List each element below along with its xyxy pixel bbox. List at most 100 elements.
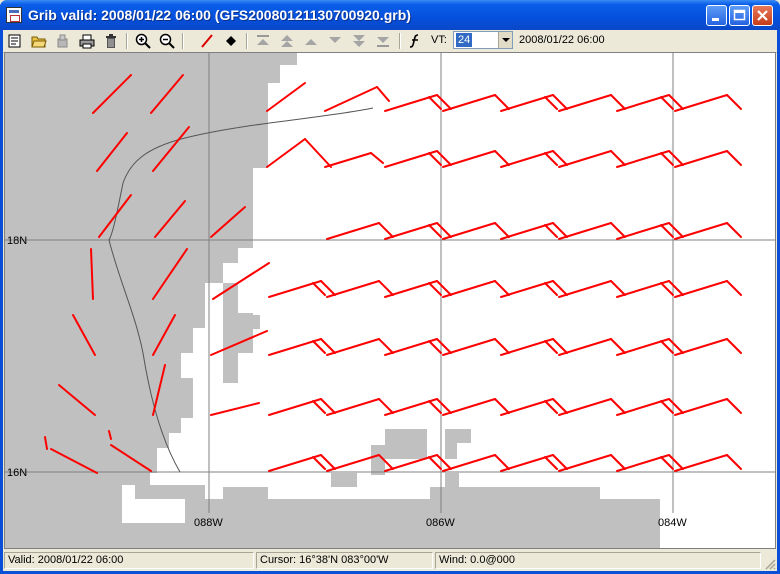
wind-barb-segment xyxy=(726,338,742,354)
wind-barb-segment xyxy=(312,340,326,354)
map-canvas[interactable]: 18N 16N 088W 086W 084W xyxy=(5,53,775,548)
lat-label-16n: 16N xyxy=(7,467,27,479)
toolbar-separator xyxy=(246,33,248,49)
properties-button[interactable] xyxy=(5,32,25,50)
status-valid: Valid: 2008/01/22 06:00 xyxy=(4,552,254,569)
wind-barb-segment xyxy=(726,222,742,238)
wind-barb-segment xyxy=(428,456,442,470)
wind-barb-segment xyxy=(674,280,728,298)
wind-barb-segment xyxy=(660,224,674,238)
wind-barb-segment xyxy=(326,398,380,416)
wind-barb-segment xyxy=(660,400,674,414)
wind-barb-segment xyxy=(544,152,558,166)
wind-barb-segment xyxy=(494,222,510,238)
wind-barb-segment xyxy=(610,454,626,470)
double-down-icon xyxy=(353,35,365,47)
wind-barb-segment xyxy=(544,96,558,110)
wind-barb-segment xyxy=(544,282,558,296)
grib-viewer-window: Grib valid: 2008/01/22 06:00 (GFS2008012… xyxy=(0,0,780,574)
wind-barb-segment xyxy=(304,138,332,168)
function-button[interactable] xyxy=(405,32,425,50)
wind-barb-segment xyxy=(428,340,442,354)
wind-barb-segment xyxy=(442,338,496,356)
wind-barb-segment xyxy=(210,402,260,416)
zoom-out-button[interactable] xyxy=(157,32,177,50)
open-file-button[interactable] xyxy=(29,32,49,50)
wind-barb-segment xyxy=(428,224,442,238)
wind-barb-segment xyxy=(326,280,380,298)
wind-barb-segment xyxy=(726,454,742,470)
window-title: Grib valid: 2008/01/22 06:00 (GFS2008012… xyxy=(28,7,411,23)
wind-barb-segment xyxy=(610,222,626,238)
last-icon xyxy=(377,37,389,47)
save-button[interactable] xyxy=(53,32,73,50)
wind-barb-segment xyxy=(544,400,558,414)
wind-barb-toggle[interactable] xyxy=(197,32,217,50)
fast-forward-button[interactable] xyxy=(349,32,369,50)
diamond-icon xyxy=(226,36,236,46)
print-button[interactable] xyxy=(77,32,97,50)
fast-back-button[interactable] xyxy=(277,32,297,50)
open-folder-icon xyxy=(31,36,47,48)
up-icon xyxy=(305,39,317,45)
vt-dropdown[interactable]: 24 xyxy=(453,31,513,49)
wind-barb-segment xyxy=(660,152,674,166)
chevron-down-icon[interactable] xyxy=(498,32,512,48)
wind-barb-segment xyxy=(442,280,496,298)
minimize-button[interactable] xyxy=(706,5,727,26)
wind-barb-segment xyxy=(266,138,306,168)
wind-barb-segment xyxy=(442,94,496,112)
wind-barb-segment xyxy=(660,456,674,470)
zoom-in-button[interactable] xyxy=(133,32,153,50)
app-icon[interactable] xyxy=(6,7,22,23)
status-cursor: Cursor: 16°38'N 083°00'W xyxy=(256,552,433,569)
first-time-button[interactable] xyxy=(253,32,273,50)
wind-barb-segment xyxy=(370,152,384,164)
title-bar[interactable]: Grib valid: 2008/01/22 06:00 (GFS2008012… xyxy=(0,0,780,30)
wind-barb-segment xyxy=(610,398,626,414)
wind-barb-segment xyxy=(378,338,394,354)
zoom-in-icon xyxy=(135,33,151,49)
delete-button[interactable] xyxy=(101,32,121,50)
function-icon xyxy=(409,34,419,48)
wind-barb-segment xyxy=(428,96,442,110)
wind-barb-segment xyxy=(610,280,626,296)
wind-barb-segment xyxy=(558,454,612,472)
wind-barb-segment xyxy=(376,86,390,102)
wind-barb-segment xyxy=(674,222,728,240)
wind-barb-segment xyxy=(674,338,728,356)
wind-barb-segment xyxy=(378,222,394,238)
wind-barb-segment xyxy=(428,282,442,296)
step-forward-button[interactable] xyxy=(325,32,345,50)
wind-barb-segment xyxy=(674,398,728,416)
toolbar: VT: 24 2008/01/22 06:00 xyxy=(3,30,777,53)
status-wind: Wind: 0.0@000 xyxy=(435,552,761,569)
close-button[interactable] xyxy=(752,5,773,26)
wind-barb-segment xyxy=(610,94,626,110)
wind-barb-segment xyxy=(558,222,612,240)
land-mass xyxy=(5,53,660,548)
wind-barb-segment xyxy=(326,338,380,356)
wind-barb-segment xyxy=(660,282,674,296)
client-area: VT: 24 2008/01/22 06:00 18N 16N 088W 086… xyxy=(3,30,777,571)
wind-barb-segment xyxy=(312,456,326,470)
toolbar-separator xyxy=(399,33,401,49)
last-time-button[interactable] xyxy=(373,32,393,50)
lon-label-084w: 084W xyxy=(658,517,687,529)
wind-barb-segment xyxy=(312,282,326,296)
printer-icon xyxy=(79,34,95,49)
point-toggle[interactable] xyxy=(221,32,241,50)
map-view[interactable]: 18N 16N 088W 086W 084W xyxy=(4,52,776,549)
wind-barb-segment xyxy=(494,338,510,354)
resize-grip-icon[interactable] xyxy=(763,557,777,571)
maximize-icon xyxy=(733,9,746,21)
zoom-out-icon xyxy=(159,33,175,49)
wind-barb-segment xyxy=(378,398,394,414)
wind-barb-segment xyxy=(312,400,326,414)
maximize-button[interactable] xyxy=(729,5,750,26)
wind-barb-segment xyxy=(494,150,510,166)
toolbar-separator xyxy=(126,33,128,49)
wind-barb-segment xyxy=(558,280,612,298)
step-back-button[interactable] xyxy=(301,32,321,50)
vt-selected-value: 24 xyxy=(456,33,473,47)
